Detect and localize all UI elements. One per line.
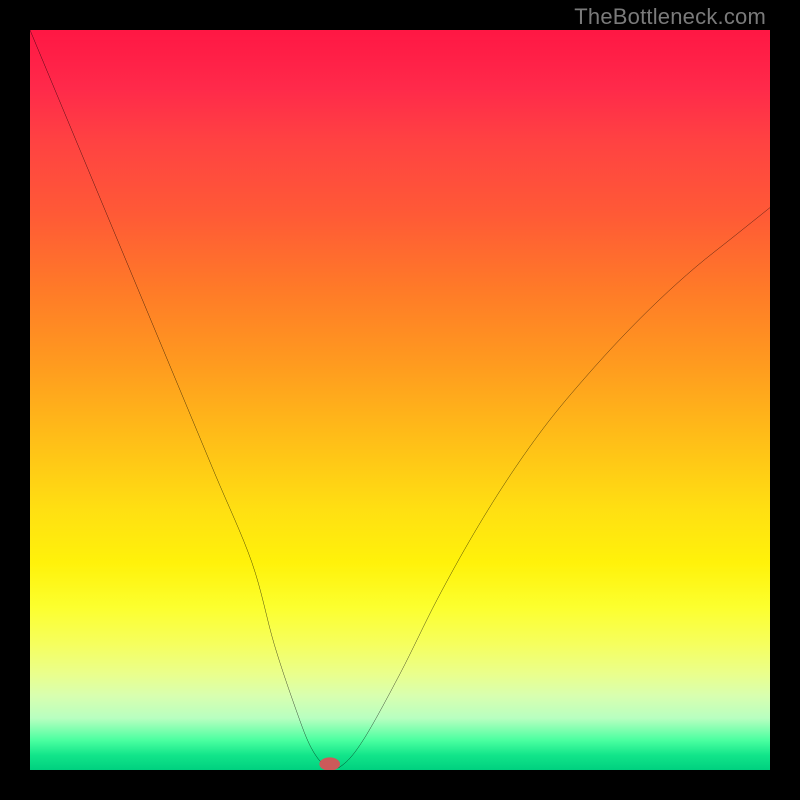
chart-frame: TheBottleneck.com [0,0,800,800]
curve-svg [30,30,770,770]
bottleneck-curve [30,30,770,769]
plot-area [30,30,770,770]
watermark-text: TheBottleneck.com [574,4,766,30]
optimal-point-marker [319,757,340,770]
